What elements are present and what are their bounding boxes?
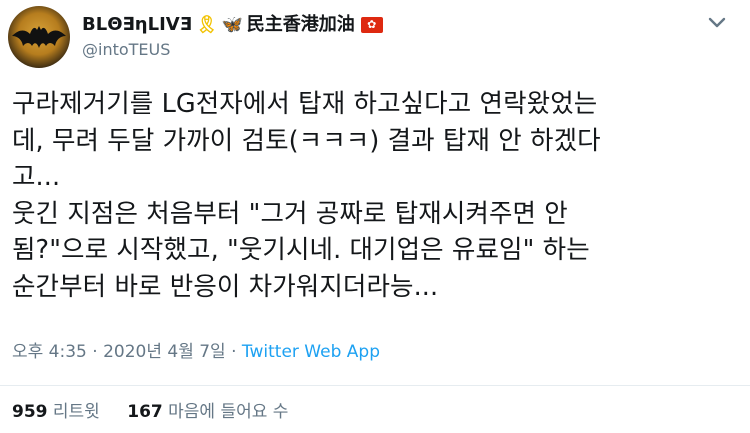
tweet-line: 순간부터 바로 반응이 차가워지더라능... [12, 271, 439, 302]
tweet-time[interactable]: 오후 4:35 [12, 342, 87, 362]
bat-logo-icon [12, 26, 66, 48]
tweet-line: 고... [12, 162, 61, 192]
hong-kong-flag-icon: ✿ [360, 17, 383, 33]
meta-separator: · [225, 342, 242, 362]
butterfly-icon: 🦋 [221, 15, 243, 35]
retweets-label: 리트윗 [52, 402, 100, 422]
display-name-text: BLΘ∃ηLIVƎ [82, 14, 192, 35]
tweet-line: 데, 무려 두달 가까이 검토(ㅋㅋㅋ) 결과 탑재 안 하겠다 [12, 125, 601, 156]
user-handle[interactable]: @intoTEUS [82, 39, 383, 61]
likes-stat[interactable]: 167 마음에 들어요 수 [127, 402, 288, 422]
retweets-count: 959 [12, 402, 48, 422]
display-name-suffix: 民主香港加油 [246, 14, 355, 35]
tweet-source[interactable]: Twitter Web App [242, 342, 380, 362]
divider [0, 385, 750, 386]
avatar[interactable] [8, 6, 70, 68]
tweet-header: BLΘ∃ηLIVƎ 🎗 🦋 民主香港加油 ✿ @intoTEUS [8, 6, 383, 68]
likes-label: 마음에 들어요 수 [168, 402, 289, 422]
likes-count: 167 [127, 402, 163, 422]
tweet-line: 됨?"으로 시작했고, "웃기시네. 대기업은 유료임" 하는 [12, 235, 590, 265]
flag-glyph: ✿ [367, 18, 377, 31]
chevron-down-icon[interactable] [706, 12, 728, 34]
tweet-line: 구라제거기를 LG전자에서 탑재 하고싶다고 연락왔었는 [12, 89, 598, 119]
tweet-line: 웃긴 지점은 처음부터 "그거 공짜로 탑재시켜주면 안 [12, 198, 568, 229]
retweets-stat[interactable]: 959 리트윗 [12, 402, 100, 422]
meta-separator: · [86, 342, 104, 362]
tweet-stats: 959 리트윗 167 마음에 들어요 수 [12, 400, 310, 424]
tweet-text: 구라제거기를 LG전자에서 탑재 하고싶다고 연락왔었는 데, 무려 두달 가까… [12, 86, 742, 305]
display-name[interactable]: BLΘ∃ηLIVƎ 🎗 🦋 民主香港加油 ✿ [82, 13, 383, 37]
tweet-meta: 오후 4:35 · 2020년 4월 7일 · Twitter Web App [12, 340, 380, 364]
yellow-ribbon-icon: 🎗 [196, 15, 218, 35]
tweet-date[interactable]: 2020년 4월 7일 [103, 342, 226, 362]
